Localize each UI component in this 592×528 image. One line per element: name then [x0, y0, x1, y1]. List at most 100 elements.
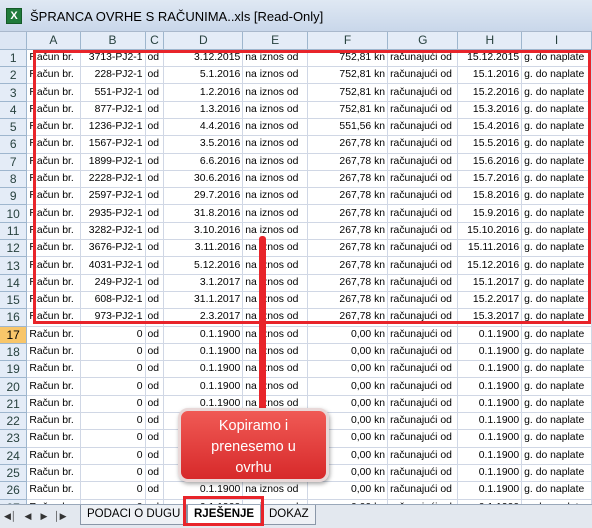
cell-e[interactable]: na iznos od — [242, 377, 309, 396]
cell-b[interactable]: 0 — [80, 343, 146, 362]
cell-e[interactable]: na iznos od — [242, 135, 309, 154]
cell-a[interactable]: Račun br. — [26, 204, 81, 223]
cell-i[interactable]: g. do naplate — [521, 66, 592, 85]
cell-g[interactable]: računajući od — [387, 83, 459, 102]
cell-a[interactable]: Račun br. — [26, 274, 81, 292]
cell-g[interactable]: računajući od — [387, 49, 459, 68]
cell-e[interactable]: na iznos od — [242, 291, 309, 310]
cell-i[interactable]: g. do naplate — [521, 343, 592, 362]
cell-g[interactable]: računajući od — [387, 204, 459, 223]
row-header[interactable]: 3 — [0, 83, 28, 102]
cell-c[interactable]: od — [145, 377, 165, 396]
cell-h[interactable]: 15.6.2016 — [457, 153, 523, 171]
cell-e[interactable]: na iznos od — [242, 239, 309, 258]
cell-a[interactable]: Račun br. — [26, 308, 81, 327]
row-header[interactable]: 9 — [0, 187, 28, 206]
cell-f[interactable]: 0,00 kn — [307, 377, 389, 396]
cell-b[interactable]: 2228-PJ2-1 — [80, 170, 146, 189]
cell-g[interactable]: računajući od — [387, 481, 459, 500]
cell-d[interactable]: 3.5.2016 — [163, 135, 244, 154]
cell-e[interactable]: na iznos od — [242, 118, 309, 137]
sheet-tab-rjesenje[interactable]: RJEŠENJE — [187, 505, 262, 525]
cell-a[interactable]: Račun br. — [26, 412, 81, 431]
cell-g[interactable]: računajući od — [387, 429, 459, 448]
cell-f[interactable]: 0,00 kn — [307, 326, 389, 344]
cell-e[interactable]: na iznos od — [242, 274, 309, 292]
row-header[interactable]: 15 — [0, 291, 28, 310]
cell-g[interactable]: računajući od — [387, 464, 459, 483]
cell-g[interactable]: računajući od — [387, 170, 459, 189]
cell-e[interactable]: na iznos od — [242, 360, 309, 379]
cell-b[interactable]: 1567-PJ2-1 — [80, 135, 146, 154]
excel-app-icon[interactable]: X — [6, 8, 22, 24]
cell-h[interactable]: 15.5.2016 — [457, 135, 523, 154]
cell-e[interactable]: na iznos od — [242, 49, 309, 68]
cell-c[interactable]: od — [145, 49, 165, 68]
cell-c[interactable]: od — [145, 274, 165, 292]
cell-c[interactable]: od — [145, 326, 165, 344]
cell-b[interactable]: 0 — [80, 481, 146, 500]
cell-e[interactable]: na iznos od — [242, 187, 309, 206]
cell-g[interactable]: računajući od — [387, 187, 459, 206]
cell-e[interactable]: na iznos od — [242, 308, 309, 327]
cell-c[interactable]: od — [145, 447, 165, 465]
cell-c[interactable]: od — [145, 222, 165, 241]
cell-a[interactable]: Račun br. — [26, 360, 81, 379]
cell-b[interactable]: 228-PJ2-1 — [80, 66, 146, 85]
cell-c[interactable]: od — [145, 481, 165, 500]
cell-h[interactable]: 15.12.2015 — [457, 49, 523, 68]
cell-g[interactable]: računajući od — [387, 326, 459, 344]
cell-a[interactable]: Račun br. — [26, 481, 81, 500]
cell-c[interactable]: od — [145, 360, 165, 379]
row-header[interactable]: 19 — [0, 360, 28, 379]
cell-i[interactable]: g. do naplate — [521, 135, 592, 154]
cell-f[interactable]: 551,56 kn — [307, 118, 389, 137]
cell-f[interactable]: 267,78 kn — [307, 308, 389, 327]
row-header[interactable]: 10 — [0, 204, 28, 223]
cell-b[interactable]: 0 — [80, 360, 146, 379]
select-all-corner[interactable] — [0, 32, 28, 50]
cell-g[interactable]: računajući od — [387, 343, 459, 362]
cell-a[interactable]: Račun br. — [26, 101, 81, 119]
cell-f[interactable]: 267,78 kn — [307, 291, 389, 310]
cell-g[interactable]: računajući od — [387, 377, 459, 396]
cell-e[interactable]: na iznos od — [242, 204, 309, 223]
row-header[interactable]: 1 — [0, 49, 28, 68]
cell-e[interactable]: na iznos od — [242, 222, 309, 241]
cell-h[interactable]: 15.1.2016 — [457, 66, 523, 85]
cell-i[interactable]: g. do naplate — [521, 464, 592, 483]
row-header[interactable]: 21 — [0, 395, 28, 414]
cell-e[interactable]: na iznos od — [242, 153, 309, 171]
cell-c[interactable]: od — [145, 153, 165, 171]
cell-g[interactable]: računajući od — [387, 153, 459, 171]
cell-c[interactable]: od — [145, 135, 165, 154]
cell-i[interactable]: g. do naplate — [521, 447, 592, 465]
cell-i[interactable]: g. do naplate — [521, 412, 592, 431]
cell-f[interactable]: 0,00 kn — [307, 343, 389, 362]
cell-b[interactable]: 0 — [80, 377, 146, 396]
cell-b[interactable]: 0 — [80, 326, 146, 344]
row-header[interactable]: 20 — [0, 377, 28, 396]
cell-g[interactable]: računajući od — [387, 308, 459, 327]
cell-c[interactable]: od — [145, 83, 165, 102]
cell-g[interactable]: računajući od — [387, 291, 459, 310]
row-header[interactable]: 22 — [0, 412, 28, 431]
cell-d[interactable]: 3.1.2017 — [163, 274, 244, 292]
cell-d[interactable]: 31.1.2017 — [163, 291, 244, 310]
cell-e[interactable]: na iznos od — [242, 66, 309, 85]
cell-d[interactable]: 0.1.1900 — [163, 481, 244, 500]
cell-d[interactable]: 6.6.2016 — [163, 153, 244, 171]
next-sheet-icon[interactable]: ▶ — [38, 510, 50, 522]
cell-a[interactable]: Račun br. — [26, 187, 81, 206]
cell-d[interactable]: 1.2.2016 — [163, 83, 244, 102]
row-header[interactable]: 12 — [0, 239, 28, 258]
cell-c[interactable]: od — [145, 66, 165, 85]
cell-b[interactable]: 3713-PJ2-1 — [80, 49, 146, 68]
cell-a[interactable]: Račun br. — [26, 118, 81, 137]
cell-h[interactable]: 0.1.1900 — [457, 360, 523, 379]
cell-a[interactable]: Račun br. — [26, 222, 81, 241]
cell-f[interactable]: 752,81 kn — [307, 66, 389, 85]
cell-c[interactable]: od — [145, 204, 165, 223]
cell-i[interactable]: g. do naplate — [521, 481, 592, 500]
cell-f[interactable]: 752,81 kn — [307, 49, 389, 68]
